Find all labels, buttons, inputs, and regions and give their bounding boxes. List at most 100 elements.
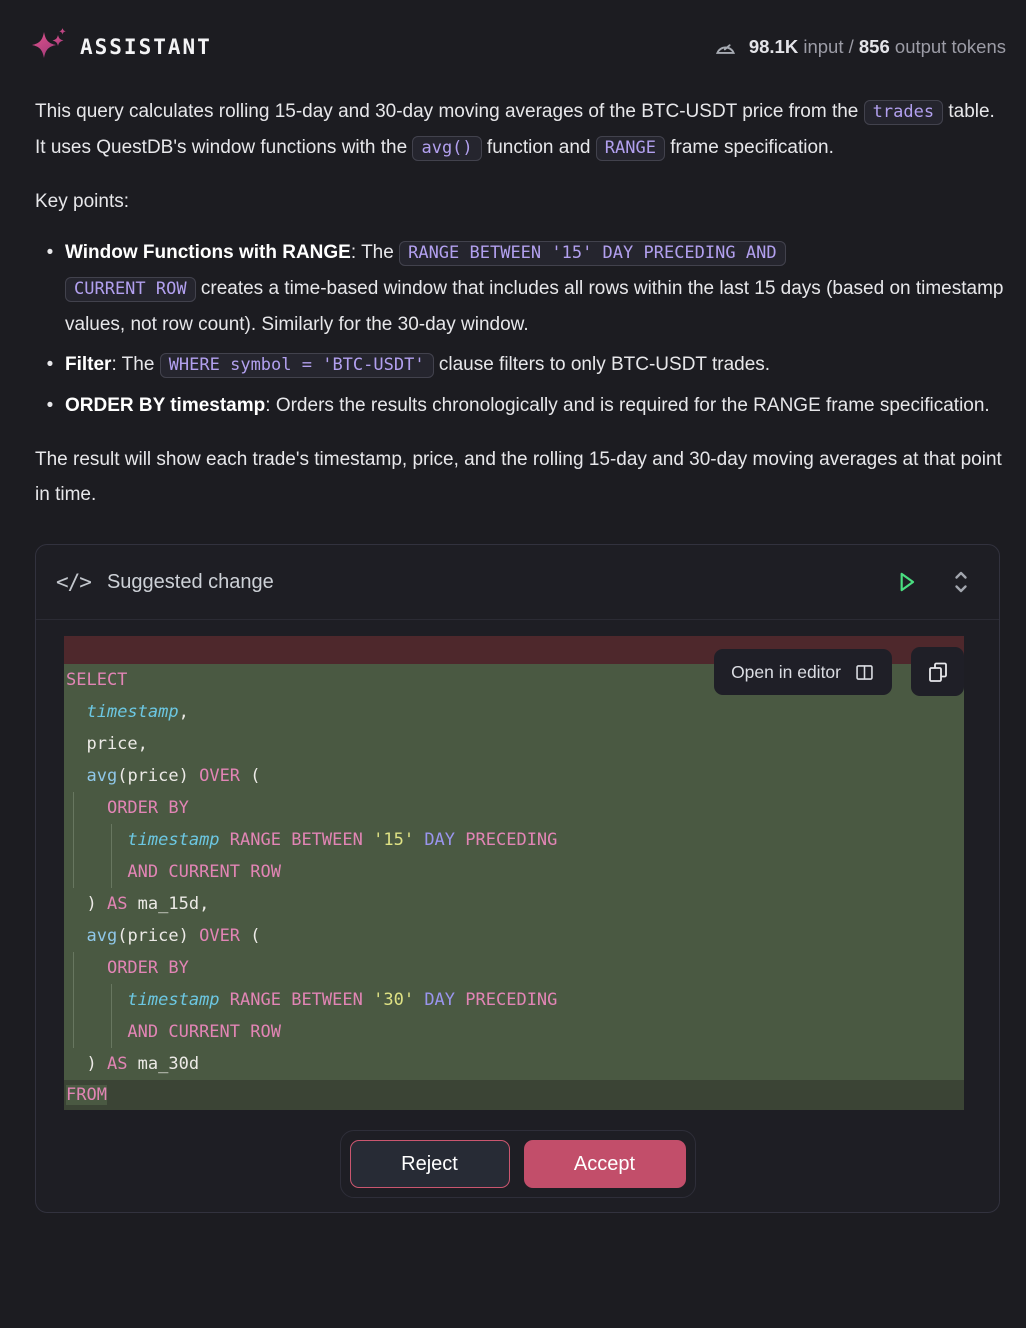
inline-code-chip: avg() (412, 136, 481, 161)
code-line-added: timestamp RANGE BETWEEN '15' DAY PRECEDI… (64, 824, 964, 856)
bullet-marker: • (35, 347, 65, 383)
bold-text: ORDER BY timestamp (65, 395, 265, 416)
code-token: timestamp (127, 830, 219, 850)
suggested-change-header: </> Suggested change (36, 545, 999, 619)
key-point-content: ORDER BY timestamp: Orders the results c… (65, 388, 1006, 423)
bullet-marker: • (35, 235, 65, 342)
suggested-change-panel: </> Suggested change SELECT timestamp, (35, 544, 1000, 1213)
code-token (66, 990, 127, 1010)
key-point-content: Window Functions with RANGE: The RANGE B… (65, 235, 1006, 342)
code-token: PRECEDING (465, 990, 557, 1010)
page: ASSISTANT 98.1K input / 856 output token… (0, 0, 1026, 1328)
text-segment: frame specification. (665, 137, 834, 158)
text-segment: function and (482, 137, 596, 158)
code-line-added: price, (64, 728, 964, 760)
code-token: ma_15d, (127, 894, 209, 914)
gauge-icon (713, 35, 738, 60)
indent-guide (111, 984, 112, 1048)
code-line-added: AND CURRENT ROW (64, 856, 964, 888)
suggested-change-title: Suggested change (107, 571, 274, 594)
token-input-value: 98.1K (749, 36, 798, 57)
code-token: AND CURRENT ROW (127, 862, 281, 882)
code-token: FROM (66, 1085, 107, 1105)
code-token: ) (66, 894, 107, 914)
chevron-up-down-icon (949, 566, 973, 598)
code-token: ( (240, 766, 260, 786)
code-line-added: avg(price) OVER ( (64, 760, 964, 792)
token-input-label: input / (798, 36, 859, 57)
code-token: ) (66, 1054, 107, 1074)
bullet-marker: • (35, 388, 65, 423)
message-header: ASSISTANT 98.1K input / 856 output token… (0, 0, 1026, 68)
code-token: avg (86, 926, 117, 946)
split-editor-icon (854, 662, 875, 683)
code-token: PRECEDING (465, 830, 557, 850)
key-point-item: •Window Functions with RANGE: The RANGE … (35, 235, 1006, 342)
indent-guide (73, 952, 74, 1048)
code-line-added: ) AS ma_15d, (64, 888, 964, 920)
accept-button[interactable]: Accept (524, 1140, 686, 1188)
text-segment: creates a time-based window that include… (65, 278, 1004, 335)
reject-button[interactable]: Reject (350, 1140, 510, 1188)
text-segment: : Orders the results chronologically and… (265, 395, 989, 416)
collapse-expand-button[interactable] (949, 566, 973, 598)
code-line-added: ORDER BY (64, 952, 964, 984)
code-token: SELECT (66, 670, 127, 690)
code-token (66, 862, 127, 882)
key-point-content: Filter: The WHERE symbol = 'BTC-USDT' cl… (65, 347, 1006, 383)
code-token (220, 830, 230, 850)
sparkle-icon (28, 26, 72, 68)
code-token (455, 830, 465, 850)
code-token (414, 830, 424, 850)
code-token: (price) (117, 766, 199, 786)
code-token: price, (66, 734, 148, 754)
code-line-added: avg(price) OVER ( (64, 920, 964, 952)
role-title: ASSISTANT (80, 35, 212, 59)
code-token (455, 990, 465, 1010)
code-token: timestamp (86, 702, 178, 722)
code-token (220, 990, 230, 1010)
code-line-context: FROM (64, 1080, 964, 1110)
code-diff-container: SELECT timestamp, price, avg(price) OVER… (64, 636, 964, 1110)
token-output-label: output tokens (890, 36, 1006, 57)
code-token: ma_30d (127, 1054, 199, 1074)
bold-text: Window Functions with RANGE (65, 242, 351, 263)
token-output-value: 856 (859, 36, 890, 57)
code-token (414, 990, 424, 1010)
code-token: DAY (424, 990, 455, 1010)
code-token: AS (107, 894, 127, 914)
decision-button-group: Reject Accept (340, 1130, 696, 1198)
panel-actions (893, 566, 973, 598)
code-token (66, 926, 86, 946)
code-token (66, 1022, 127, 1042)
panel-divider (36, 619, 999, 620)
code-block[interactable]: SELECT timestamp, price, avg(price) OVER… (64, 636, 964, 1110)
text-segment: : The (351, 242, 399, 263)
code-line-added: ORDER BY (64, 792, 964, 824)
open-in-editor-button[interactable]: Open in editor (714, 649, 892, 695)
open-in-editor-label: Open in editor (731, 662, 841, 683)
code-token: ORDER BY (107, 958, 189, 978)
run-query-button[interactable] (893, 569, 919, 595)
code-token: OVER (199, 766, 240, 786)
intro-paragraph: This query calculates rolling 15-day and… (35, 94, 1006, 166)
copy-code-button[interactable] (911, 647, 964, 696)
code-line-added: AND CURRENT ROW (64, 1016, 964, 1048)
text-segment: This query calculates rolling 15-day and… (35, 101, 864, 122)
key-points-list: •Window Functions with RANGE: The RANGE … (35, 235, 1006, 423)
code-token: RANGE BETWEEN (230, 990, 363, 1010)
indent-guide (73, 792, 74, 888)
code-line-added: timestamp, (64, 696, 964, 728)
decision-row: Reject Accept (36, 1130, 999, 1212)
key-points-heading: Key points: (35, 184, 1006, 219)
text-segment: : The (111, 354, 159, 375)
code-token: avg (86, 766, 117, 786)
code-token: OVER (199, 926, 240, 946)
bold-text: Filter (65, 354, 111, 375)
indent-guide (111, 824, 112, 888)
token-text: 98.1K input / 856 output tokens (749, 36, 1006, 58)
inline-code-chip: trades (864, 100, 943, 125)
code-token (66, 702, 86, 722)
outro-paragraph: The result will show each trade's timest… (35, 442, 1006, 512)
copy-icon (926, 660, 950, 684)
